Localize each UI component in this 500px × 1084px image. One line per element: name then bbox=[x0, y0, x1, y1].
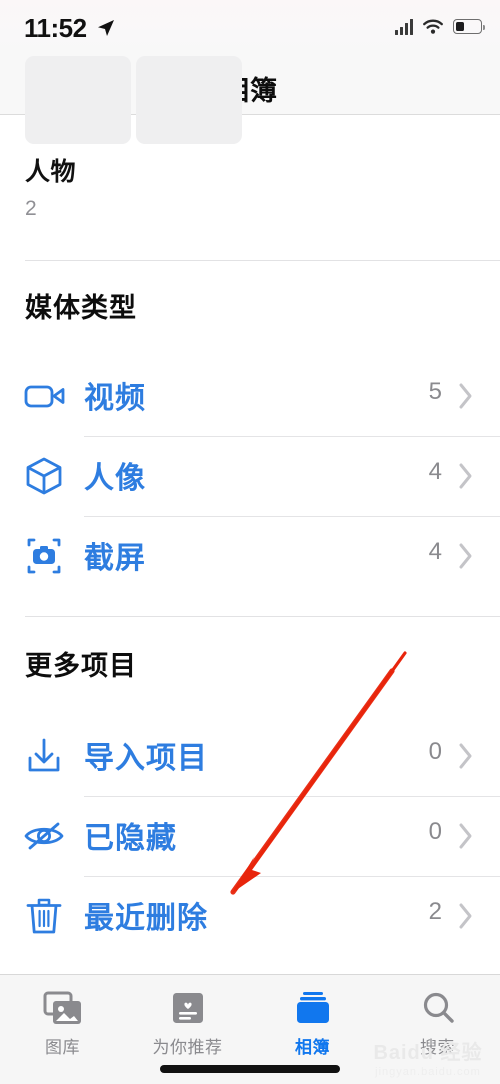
import-tray-icon bbox=[22, 734, 66, 778]
tab-for-you[interactable]: 为你推荐 bbox=[125, 987, 250, 1058]
tab-label: 为你推荐 bbox=[152, 1038, 223, 1057]
album-people-caption[interactable]: 人物 2 bbox=[25, 152, 76, 221]
row-label: 导入项目 bbox=[84, 742, 208, 775]
row-screenshots[interactable]: 截屏 4 bbox=[0, 516, 500, 596]
tab-label: 搜索 bbox=[420, 1038, 455, 1057]
section-header-media-types: 媒体类型 bbox=[25, 293, 137, 323]
tab-albums[interactable]: 相簿 bbox=[250, 987, 375, 1058]
section-header-more-items: 更多项目 bbox=[25, 651, 137, 681]
tab-label: 相簿 bbox=[295, 1038, 330, 1057]
albums-stack-icon bbox=[250, 987, 375, 1029]
album-thumbnail-row bbox=[0, 56, 500, 144]
video-camera-icon bbox=[22, 374, 66, 418]
screenshot-camera-icon bbox=[22, 534, 66, 578]
chevron-right-icon bbox=[458, 462, 474, 490]
chevron-right-icon bbox=[458, 382, 474, 410]
tab-search[interactable]: 搜索 bbox=[375, 987, 500, 1058]
home-indicator bbox=[160, 1065, 340, 1073]
albums-scroll-content[interactable]: 人物 2 媒体类型 视频 5 人像 4 截屏 4 更多项目 导入项目 0 已隐藏… bbox=[0, 56, 500, 974]
row-recently-deleted[interactable]: 最近删除 2 bbox=[0, 876, 500, 956]
row-count: 5 bbox=[428, 378, 442, 405]
row-imports[interactable]: 导入项目 0 bbox=[0, 716, 500, 796]
row-portrait[interactable]: 人像 4 bbox=[0, 436, 500, 516]
album-thumbnail[interactable] bbox=[136, 56, 242, 144]
album-name: 人物 bbox=[25, 158, 77, 186]
section-divider bbox=[25, 260, 500, 261]
battery-icon bbox=[453, 19, 485, 34]
search-magnifier-icon bbox=[375, 987, 500, 1029]
eye-slash-icon bbox=[22, 814, 66, 858]
row-count: 0 bbox=[428, 818, 442, 845]
row-count: 4 bbox=[428, 458, 442, 485]
row-label: 人像 bbox=[84, 462, 146, 495]
photo-library-icon bbox=[0, 987, 125, 1029]
chevron-right-icon bbox=[458, 822, 474, 850]
chevron-right-icon bbox=[458, 542, 474, 570]
row-count: 2 bbox=[428, 898, 442, 925]
status-indicators bbox=[395, 18, 485, 35]
chevron-right-icon bbox=[458, 742, 474, 770]
cube-icon bbox=[22, 454, 66, 498]
row-label: 已隐藏 bbox=[84, 822, 177, 855]
album-thumbnail[interactable] bbox=[25, 56, 131, 144]
status-time: 11:52 bbox=[24, 13, 87, 43]
section-divider bbox=[25, 616, 500, 617]
cellular-signal-icon bbox=[395, 18, 413, 35]
chevron-right-icon bbox=[458, 902, 474, 930]
row-videos[interactable]: 视频 5 bbox=[0, 356, 500, 436]
location-arrow-icon bbox=[96, 18, 116, 43]
tab-library[interactable]: 图库 bbox=[0, 987, 125, 1058]
row-count: 4 bbox=[428, 538, 442, 565]
row-count: 0 bbox=[428, 738, 442, 765]
row-label: 截屏 bbox=[84, 542, 146, 575]
trash-icon bbox=[22, 894, 66, 938]
wifi-icon bbox=[423, 19, 443, 34]
row-label: 视频 bbox=[84, 382, 146, 415]
album-count: 2 bbox=[25, 197, 37, 220]
row-label: 最近删除 bbox=[84, 902, 208, 935]
iphone-photos-albums-screen: 11:52 相簿 人物 2 媒体类型 视频 5 人像 4 截屏 4 更多项目 导… bbox=[0, 0, 500, 1084]
tab-label: 图库 bbox=[45, 1038, 80, 1057]
row-hidden[interactable]: 已隐藏 0 bbox=[0, 796, 500, 876]
for-you-card-icon bbox=[125, 987, 250, 1029]
status-bar: 11:52 bbox=[0, 0, 500, 58]
